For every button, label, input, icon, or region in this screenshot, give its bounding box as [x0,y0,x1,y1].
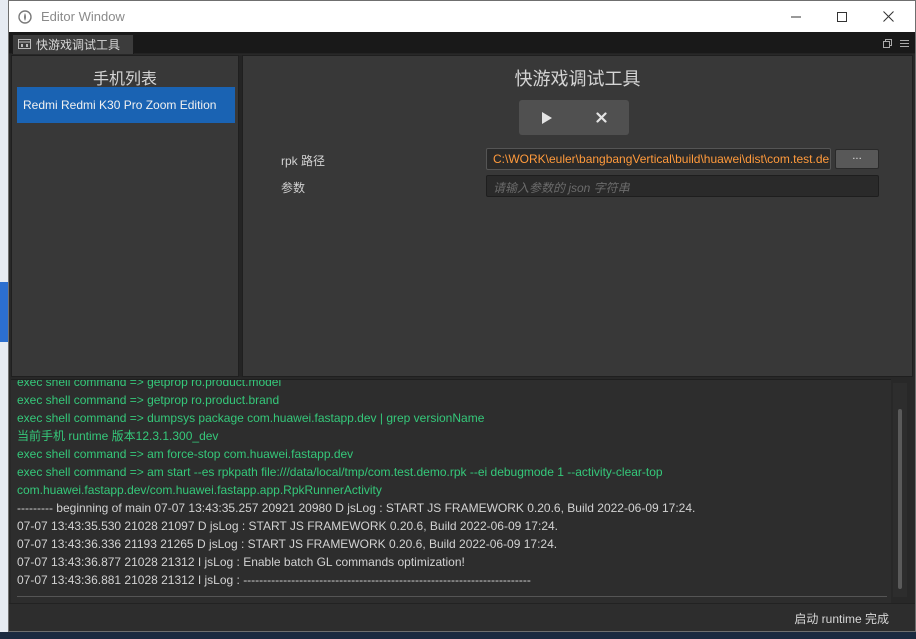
params-label: 参数 [281,181,306,195]
console-line: 07-07 13:43:36.336 21193 21265 D jsLog :… [17,537,558,551]
params-json-input[interactable]: 请输入参数的 json 字符串 [486,175,879,197]
stop-x-icon [596,112,607,123]
console-line: exec shell command => am force-stop com.… [17,447,354,461]
minimize-icon [791,16,801,17]
console-line: exec shell command => getprop ro.product… [17,393,280,407]
maximize-icon [837,11,847,22]
device-list-panel: 手机列表 Redmi Redmi K30 Pro Zoom Edition [11,55,239,377]
device-name: Redmi Redmi K30 Pro Zoom Edition [23,98,217,112]
status-text: 启动 runtime 完成 [794,612,889,626]
console-divider [17,596,887,597]
console-line: 当前手机 runtime 版本12.3.1.300_dev [17,429,219,443]
console-line: 07-07 13:43:36.877 21028 21312 I jsLog :… [17,555,465,569]
desktop-taskbar-accent [0,282,8,342]
desktop-bottom [0,632,916,639]
device-list-heading: 手机列表 [92,69,157,88]
close-icon [882,11,894,22]
console-lines: exec shell command => getprop ro.product… [17,379,696,589]
console-line: 07-07 13:43:35.530 21028 21097 D jsLog :… [17,519,558,533]
console-line: --------- beginning of main 07-07 13:43:… [17,501,696,515]
app-logo-icon [18,9,32,24]
status-bar: 启动 runtime 完成 [9,603,915,631]
rpk-path-label: rpk 路径 [281,154,326,168]
window-tab-icon [18,39,31,50]
tab-label: 快游戏调试工具 [36,38,121,52]
console-line: exec shell command => am start --es rpkp… [17,465,663,479]
console-line: com.huawei.fastapp.dev/com.huawei.fastap… [17,483,382,497]
restore-panel-icon[interactable] [883,37,892,51]
tab-bar: 快游戏调试工具 [9,32,915,54]
device-list-item[interactable]: Redmi Redmi K30 Pro Zoom Edition [17,87,235,123]
console-line: 07-07 13:43:36.881 21028 21312 I jsLog :… [17,573,531,587]
maximize-button[interactable] [819,1,865,32]
console-scrollbar[interactable] [893,383,907,597]
scrollbar-thumb[interactable] [898,409,902,589]
window-title: Editor Window [41,9,125,24]
run-controls [519,100,629,135]
stop-button[interactable] [574,100,629,135]
play-icon [541,111,552,124]
debug-tool-panel: 快游戏调试工具 rpk 路径 C:\WORK\euler\bangbangVer… [242,55,913,377]
main-area: 手机列表 Redmi Redmi K30 Pro Zoom Edition 快游… [11,55,913,377]
editor-window: Editor Window 快游戏调试工具 手机列表 Redmi Redmi K… [8,0,916,632]
rpk-path-input[interactable]: C:\WORK\euler\bangbangVertical\build\hua… [486,148,831,170]
minimize-button[interactable] [773,1,819,32]
close-button[interactable] [865,1,911,32]
run-button[interactable] [519,100,574,135]
panel-title: 快游戏调试工具 [514,69,641,90]
browse-button[interactable]: ··· [835,149,879,169]
desktop-background [0,0,8,639]
console-line: exec shell command => dumpsys package co… [17,411,485,425]
console-log[interactable]: exec shell command => getprop ro.product… [11,379,891,603]
panel-menu-icon[interactable] [900,37,909,51]
tab-debug-tool[interactable]: 快游戏调试工具 [12,34,134,54]
title-bar[interactable]: Editor Window [9,1,915,32]
console-line: exec shell command => getprop ro.product… [17,379,282,389]
